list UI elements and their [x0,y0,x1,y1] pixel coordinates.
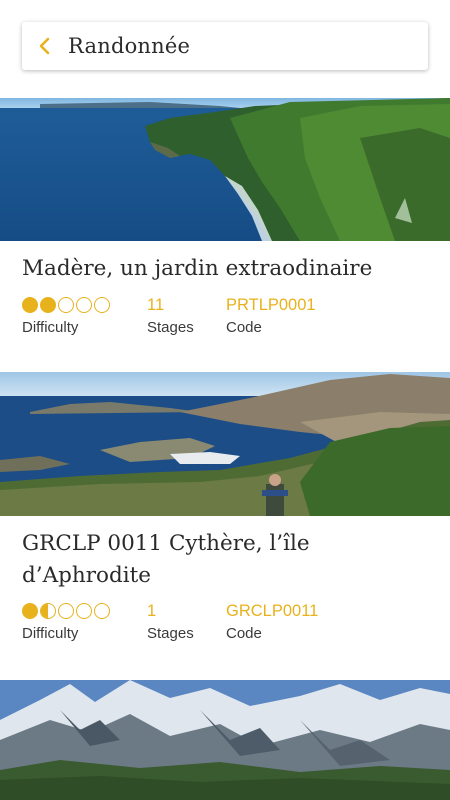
stages-label: Stages [147,319,194,336]
trek-card[interactable]: GRCLP 0011 Cythère, l’île d’Aphrodite Di… [0,372,450,680]
trek-card[interactable] [0,680,450,800]
code-column: PRTLP0001 Code [226,294,316,338]
trek-title: GRCLP 0011 Cythère, l’île d’Aphrodite [22,531,310,588]
trek-image [0,372,450,516]
difficulty-rating [22,294,110,316]
code-label: Code [226,319,262,336]
stages-value: 1 [147,602,157,620]
code-value: GRCLP0011 [226,602,319,620]
code-label: Code [226,625,262,642]
app-header: Randonnée [0,0,450,98]
difficulty-rating [22,600,110,622]
trek-title: Madère, un jardin extraodinaire [22,256,373,281]
rating-dot-empty [76,603,92,619]
rating-dot-empty [58,297,74,313]
stages-label: Stages [147,625,194,642]
stages-value: 11 [147,296,165,314]
title-bar: Randonnée [22,22,428,70]
page-title: Randonnée [68,34,191,58]
stages-column: 1 Stages [147,600,194,644]
rating-dot-empty [94,603,110,619]
chevron-left-icon[interactable] [22,22,68,70]
rating-dot-empty [58,603,74,619]
trek-image [0,680,450,800]
rating-dot-half [40,603,56,619]
code-value: PRTLP0001 [226,296,316,314]
rating-dot-empty [94,297,110,313]
code-column: GRCLP0011 Code [226,600,318,644]
rating-dot-full [22,297,38,313]
difficulty-label: Difficulty [22,625,79,642]
stages-column: 11 Stages [147,294,194,338]
trek-card[interactable]: Madère, un jardin extraodinaire Difficul… [0,98,450,372]
trek-image [0,98,450,241]
difficulty-label: Difficulty [22,319,79,336]
difficulty-column: Difficulty [22,294,110,338]
rating-dot-full [40,297,56,313]
difficulty-column: Difficulty [22,600,110,644]
rating-dot-full [22,603,38,619]
rating-dot-empty [76,297,92,313]
